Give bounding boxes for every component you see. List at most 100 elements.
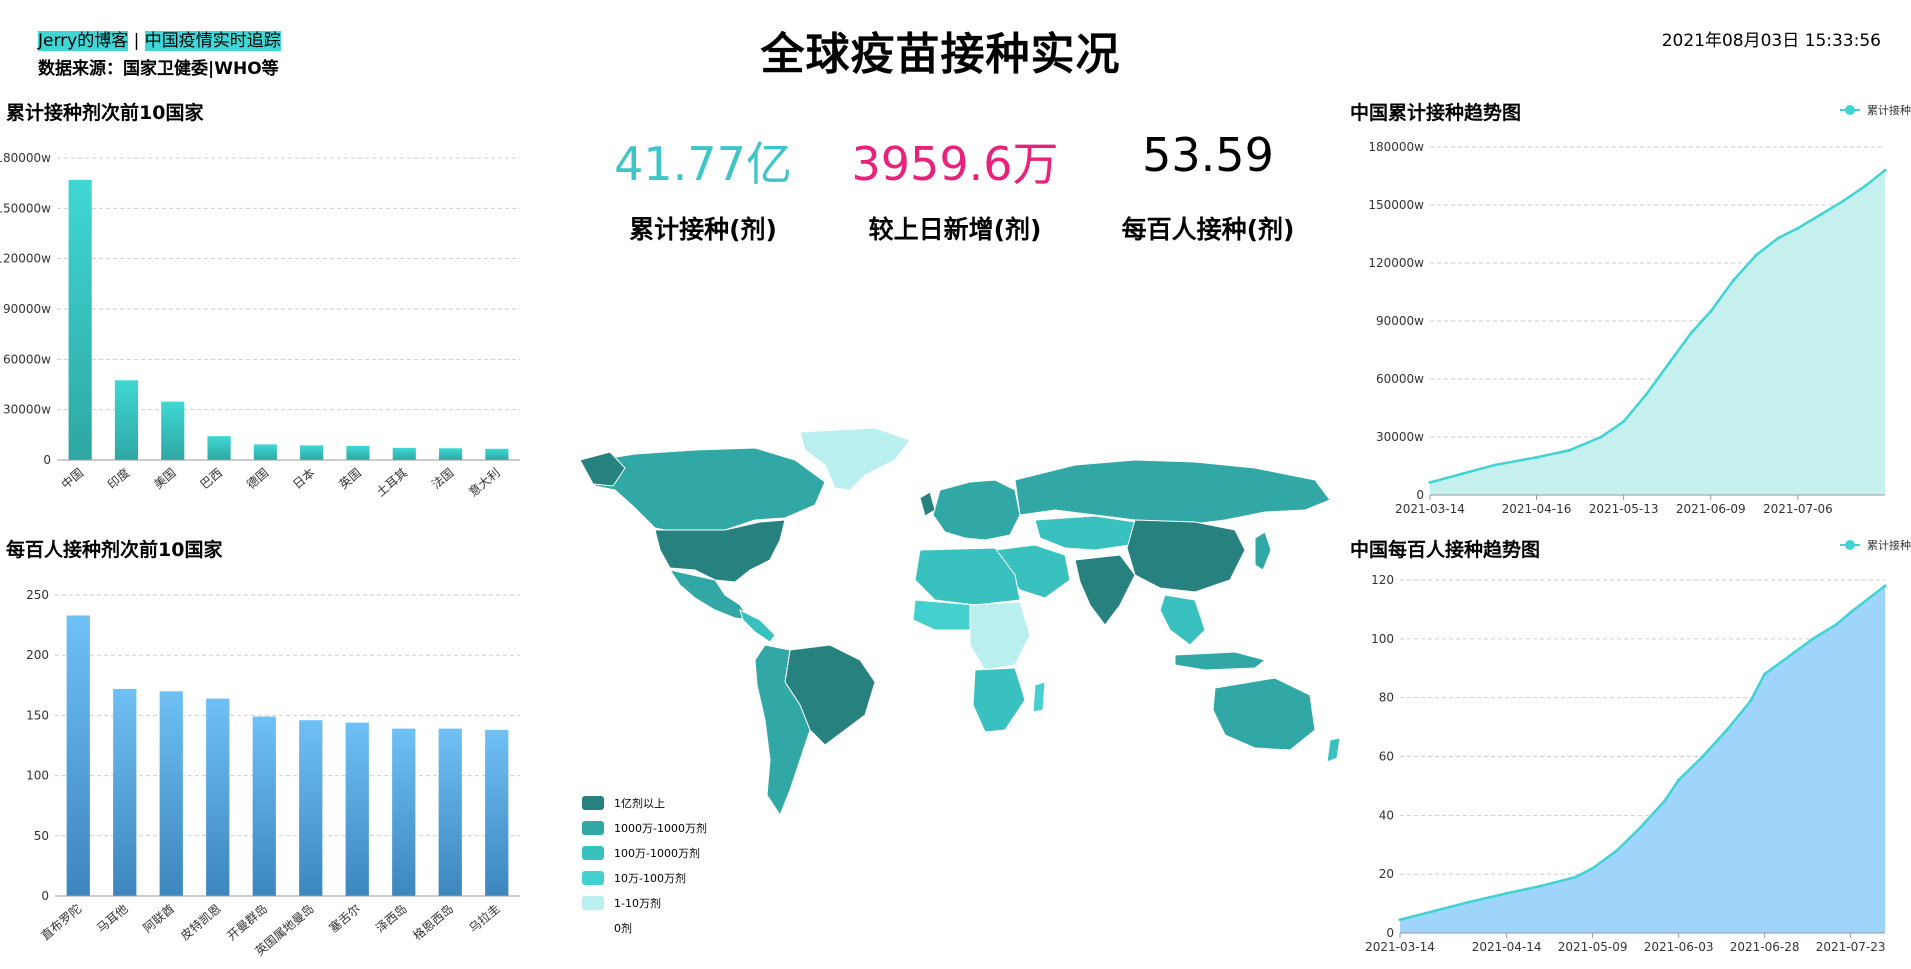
data-point — [1701, 755, 1705, 758]
x-tick-label: 2021-03-14 — [1395, 502, 1465, 515]
data-point — [1599, 435, 1603, 439]
x-tick-label: 直布罗陀 — [38, 901, 84, 943]
data-point — [1818, 213, 1822, 217]
map-china — [1126, 519, 1246, 593]
x-tick-label: 马耳他 — [94, 902, 131, 936]
y-tick-label: 150000w — [0, 201, 51, 215]
data-point — [1677, 778, 1681, 782]
y-tick-label: 150000w — [1368, 198, 1424, 212]
x-tick-label: 2021-07-06 — [1763, 502, 1833, 515]
data-point — [1841, 199, 1845, 203]
x-tick-label: 阿联酋 — [140, 901, 177, 936]
bar — [438, 728, 462, 896]
legend-swatch — [582, 845, 604, 860]
legend-label: 10万-100万剂 — [614, 871, 686, 885]
map-india — [1074, 554, 1136, 626]
x-tick-label: 2021-06-03 — [1644, 940, 1714, 954]
kpi-new-label: 较上日新增(剂) — [868, 215, 1042, 244]
data-point — [1883, 584, 1887, 588]
x-tick-label: 意大利 — [466, 465, 503, 500]
bar — [66, 615, 90, 896]
data-point — [1467, 900, 1471, 904]
data-point — [1754, 253, 1758, 257]
map-japan — [1254, 531, 1272, 571]
bar — [114, 380, 139, 460]
x-tick-label: 美国 — [151, 466, 178, 492]
y-tick-label: 20 — [1379, 867, 1394, 881]
y-tick-label: 60000w — [3, 352, 51, 366]
y-tick-label: 80 — [1379, 691, 1394, 705]
x-tick-label: 印度 — [104, 465, 132, 492]
bar — [207, 436, 231, 460]
y-tick-label: 30000w — [1376, 430, 1424, 444]
bar — [159, 691, 183, 896]
data-point — [1539, 884, 1543, 888]
kpi-per100-value: 53.59 — [1142, 128, 1274, 182]
legend-label: 累计接种 — [1867, 538, 1911, 552]
data-point — [1432, 909, 1436, 913]
bar — [113, 688, 137, 896]
y-tick-label: 100 — [1371, 632, 1394, 646]
bar — [300, 445, 324, 460]
data-point — [1622, 420, 1626, 424]
y-tick-label: 50 — [34, 829, 49, 843]
bar — [392, 447, 416, 460]
chart-title-per100-top10: 每百人接种剂次前10国家 — [6, 539, 223, 561]
x-tick-label: 英国 — [336, 466, 363, 492]
map-europe — [932, 479, 1021, 541]
map-legend-item[interactable]: 10万-100万剂 — [582, 865, 707, 890]
map-legend-item[interactable]: 1-10万剂 — [582, 890, 707, 915]
data-point — [1689, 331, 1693, 335]
world-map — [579, 427, 1341, 817]
y-tick-label: 200 — [26, 648, 49, 662]
x-tick-label: 2021-04-14 — [1472, 940, 1542, 954]
bar — [68, 179, 92, 461]
map-australia — [1212, 677, 1316, 751]
data-point — [1709, 309, 1713, 313]
bar — [345, 722, 369, 896]
legend-swatch — [582, 820, 604, 835]
legend-marker — [1845, 540, 1855, 550]
x-tick-label: 格恩西岛 — [410, 901, 456, 943]
y-tick-label: 40 — [1379, 808, 1394, 822]
x-tick-label: 日本 — [290, 466, 317, 492]
map-russia — [1014, 459, 1331, 526]
legend-label: 0剂 — [614, 921, 632, 935]
map-legend: 1亿剂以上 1000万-1000万剂 100万-1000万剂 10万-100万剂 1-1… — [582, 790, 707, 940]
x-tick-label: 2021-07-23 — [1816, 940, 1886, 954]
legend-swatch — [582, 795, 604, 810]
bar — [206, 698, 230, 896]
data-point — [1796, 226, 1800, 230]
area-chart-china-per100: 0 20 40 60 80 100 120 2021-03-14 2021-04-14 2021-… — [1365, 538, 1911, 954]
legend-label: 累计接种 — [1867, 103, 1911, 117]
y-tick-label: 90000w — [1376, 314, 1424, 328]
map-legend-item[interactable]: 1000万-1000万剂 — [582, 815, 707, 840]
legend-label: 1000万-1000万剂 — [614, 821, 707, 835]
bar-chart-cum-top10: 0 30000w 60000w 90000w 120000w 150000w 180000w… — [0, 151, 520, 500]
x-tick-label: 2021-05-09 — [1558, 940, 1628, 954]
data-point — [1749, 699, 1753, 703]
x-tick-label: 土耳其 — [374, 466, 411, 500]
bar — [392, 728, 416, 896]
data-point — [1663, 799, 1667, 803]
x-tick-label: 2021-04-16 — [1502, 502, 1572, 515]
data-point — [1505, 891, 1509, 895]
bar — [485, 448, 509, 460]
y-tick-label: 150 — [26, 708, 49, 722]
data-point — [1398, 918, 1402, 922]
data-point — [1763, 672, 1767, 676]
y-tick-label: 120 — [1371, 573, 1394, 587]
x-tick-label: 2021-05-13 — [1589, 502, 1659, 515]
map-legend-item[interactable]: 1亿剂以上 — [582, 790, 707, 815]
y-tick-label: 180000w — [1368, 140, 1424, 154]
legend-swatch — [582, 870, 604, 885]
data-point — [1567, 449, 1571, 453]
data-point — [1883, 168, 1887, 172]
map-west-africa — [912, 599, 976, 631]
x-tick-label: 开曼群岛 — [224, 901, 270, 943]
data-point — [1573, 875, 1577, 879]
map-legend-item[interactable]: 0剂 — [582, 915, 707, 940]
data-point — [1725, 728, 1729, 732]
x-tick-label: 2021-03-14 — [1365, 940, 1435, 954]
map-legend-item[interactable]: 100万-1000万剂 — [582, 840, 707, 865]
